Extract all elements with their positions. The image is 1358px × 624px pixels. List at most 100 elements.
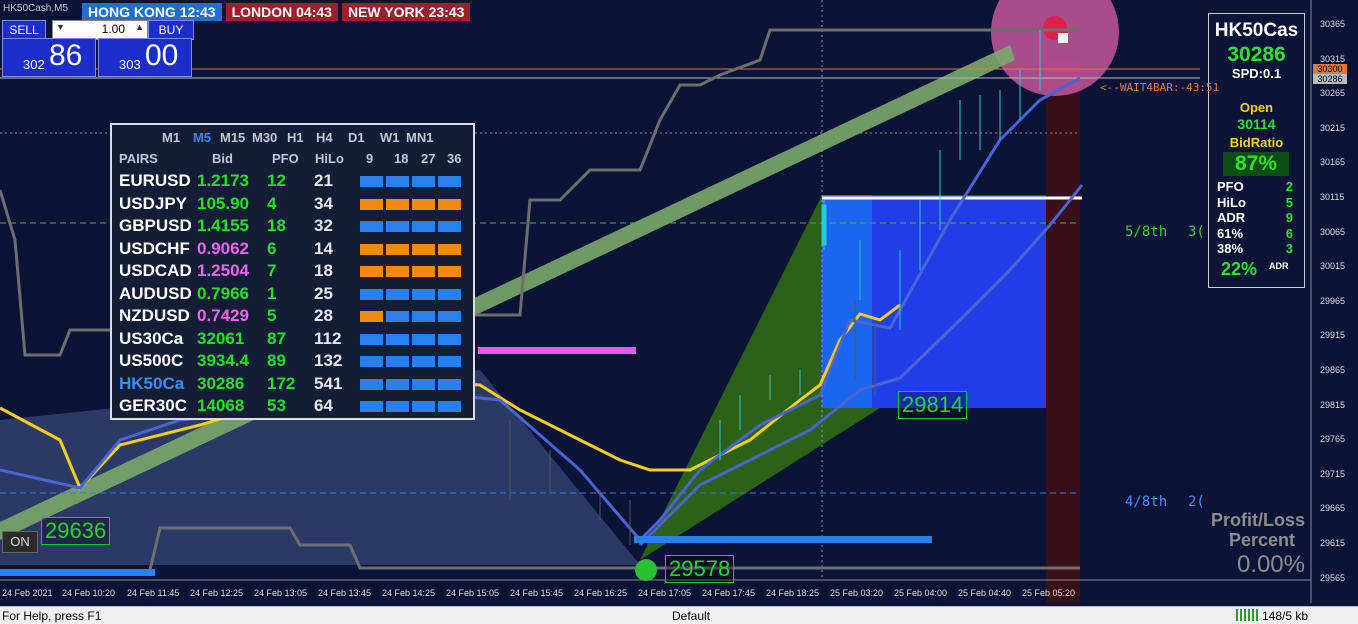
- tf-w1[interactable]: W1: [380, 130, 400, 145]
- row-pair: GER30C: [119, 396, 188, 415]
- time-tick-label: 25 Feb 04:40: [958, 588, 1012, 598]
- row-pair: AUDUSD: [119, 283, 192, 303]
- adr-suffix: ADR: [1269, 261, 1289, 271]
- time-tick-label: 24 Feb 12:25: [190, 588, 244, 598]
- col-36: 36: [447, 151, 462, 166]
- time-tick-label: 24 Feb 18:25: [766, 588, 820, 598]
- tf-mn1[interactable]: MN1: [406, 130, 433, 145]
- symbol-label: HK50Cash,M5: [3, 3, 69, 14]
- time-tick-label: 24 Feb 10:20: [62, 588, 116, 598]
- trend-square: [438, 333, 461, 345]
- trend-square: [386, 311, 409, 322]
- trend-square: [386, 198, 409, 210]
- row-pfo: 53: [267, 396, 286, 415]
- price-tag-orange: 30300: [1313, 64, 1347, 74]
- price-tag-gray: 30286: [1313, 74, 1347, 84]
- tf-m15[interactable]: M15: [220, 130, 245, 145]
- row-hilo: 25: [314, 283, 333, 303]
- sell-button[interactable]: SELL: [2, 20, 46, 40]
- price-tick-label: 30215: [1320, 122, 1346, 133]
- chevron-down-icon[interactable]: ▼: [56, 22, 65, 32]
- tf-m5[interactable]: M5: [193, 130, 211, 145]
- trend-square: [438, 378, 461, 390]
- tf-h4[interactable]: H4: [316, 130, 333, 145]
- row-bid: 1.4155: [197, 216, 249, 235]
- sell-price-small: 302: [23, 57, 45, 72]
- stat-value: 2: [1285, 179, 1293, 194]
- col-9: 9: [366, 151, 374, 166]
- tf-d1[interactable]: D1: [348, 130, 365, 145]
- trend-square: [438, 288, 461, 300]
- stat-label: HiLo: [1217, 194, 1246, 210]
- on-toggle-button[interactable]: ON: [2, 531, 38, 553]
- price-tick-label: 29615: [1320, 538, 1346, 548]
- tf-m30[interactable]: M30: [252, 130, 277, 145]
- tf-m1[interactable]: M1: [162, 130, 180, 145]
- fib-4-8-label: 4/8th: [1125, 494, 1168, 510]
- info-price: 30286: [1227, 43, 1286, 66]
- level-label-29814: 29814: [898, 391, 968, 419]
- row-bid: 1.2504: [197, 261, 249, 280]
- time-tick-label: 24 Feb 13:45: [318, 588, 372, 598]
- time-tick-label: 24 Feb 11:45: [127, 588, 180, 598]
- one-click-trading-panel: SELL ▼ 1.00 ▲ BUY 302 86 303 00: [2, 19, 194, 77]
- price-tick-label: 30315: [1320, 53, 1346, 64]
- price-tick-label: 29715: [1320, 468, 1346, 479]
- price-tick-label: 30265: [1320, 88, 1346, 99]
- trend-square: [386, 176, 409, 187]
- row-hilo: 14: [314, 238, 333, 258]
- row-pfo: 172: [267, 373, 296, 393]
- trend-square: [412, 176, 435, 187]
- tf-h1[interactable]: H1: [287, 130, 304, 145]
- price-tick-label: 29865: [1320, 365, 1346, 375]
- buy-price-big: 00: [145, 39, 179, 72]
- trend-square: [386, 401, 409, 412]
- multi-pair-scanner: M1 M5 M15 M30 H1 H4 D1 W1 MN1 PAIRS Bid …: [110, 123, 475, 420]
- trend-square: [360, 401, 383, 412]
- time-tick-label: 24 Feb 15:05: [446, 588, 500, 598]
- fib-5-8-label: 5/8th: [1125, 224, 1168, 240]
- row-hilo: 64: [314, 396, 333, 415]
- time-tick-label: 24 Feb 16:25: [574, 588, 628, 598]
- row-bid: 3934.4: [197, 351, 249, 370]
- lot-size-field[interactable]: ▼ 1.00 ▲: [52, 20, 148, 40]
- trend-square: [412, 243, 435, 255]
- trend-square: [412, 333, 435, 345]
- row-hilo: 18: [314, 261, 333, 280]
- open-label: Open: [1239, 100, 1274, 115]
- trend-square: [386, 356, 409, 367]
- trend-square: [438, 243, 461, 255]
- row-hilo: 32: [314, 216, 333, 235]
- col-hilo: HiLo: [315, 151, 344, 166]
- sell-quote[interactable]: 302 86: [2, 38, 96, 77]
- status-bar: For Help, press F1 Default 148/5 kb: [0, 606, 1358, 624]
- time-tick-label: 24 Feb 13:05: [254, 588, 308, 598]
- trend-square: [360, 333, 383, 345]
- row-pair: USDCAD: [119, 261, 192, 280]
- col-27: 27: [421, 151, 436, 166]
- row-hilo: 112: [314, 328, 342, 348]
- trend-square: [386, 378, 409, 390]
- time-tick-label: 25 Feb 05:20: [1022, 588, 1076, 598]
- row-bid: 0.7966: [197, 283, 249, 303]
- trend-square: [360, 198, 383, 210]
- status-help: For Help, press F1: [2, 609, 102, 623]
- stat-value: 6: [1285, 225, 1293, 241]
- row-pair: USDCHF: [119, 238, 190, 258]
- row-pair: EURUSD: [119, 171, 191, 190]
- buy-quote[interactable]: 303 00: [98, 38, 192, 77]
- level-label-29578: 29578: [665, 555, 735, 583]
- price-tick-label: 30115: [1320, 192, 1345, 202]
- trend-square: [360, 221, 383, 232]
- chevron-up-icon[interactable]: ▲: [135, 22, 144, 32]
- buy-button[interactable]: BUY: [148, 20, 194, 40]
- stat-label: ADR: [1217, 210, 1246, 225]
- red-column: [1046, 60, 1080, 603]
- row-pfo: 7: [267, 261, 277, 280]
- row-hilo: 132: [314, 351, 343, 370]
- stat-label: 61%: [1217, 225, 1244, 241]
- row-bid: 1.2173: [197, 171, 249, 190]
- row-bid: 32061: [197, 328, 245, 348]
- fib-5-8-value: 3(: [1188, 224, 1205, 240]
- trend-square: [386, 333, 409, 345]
